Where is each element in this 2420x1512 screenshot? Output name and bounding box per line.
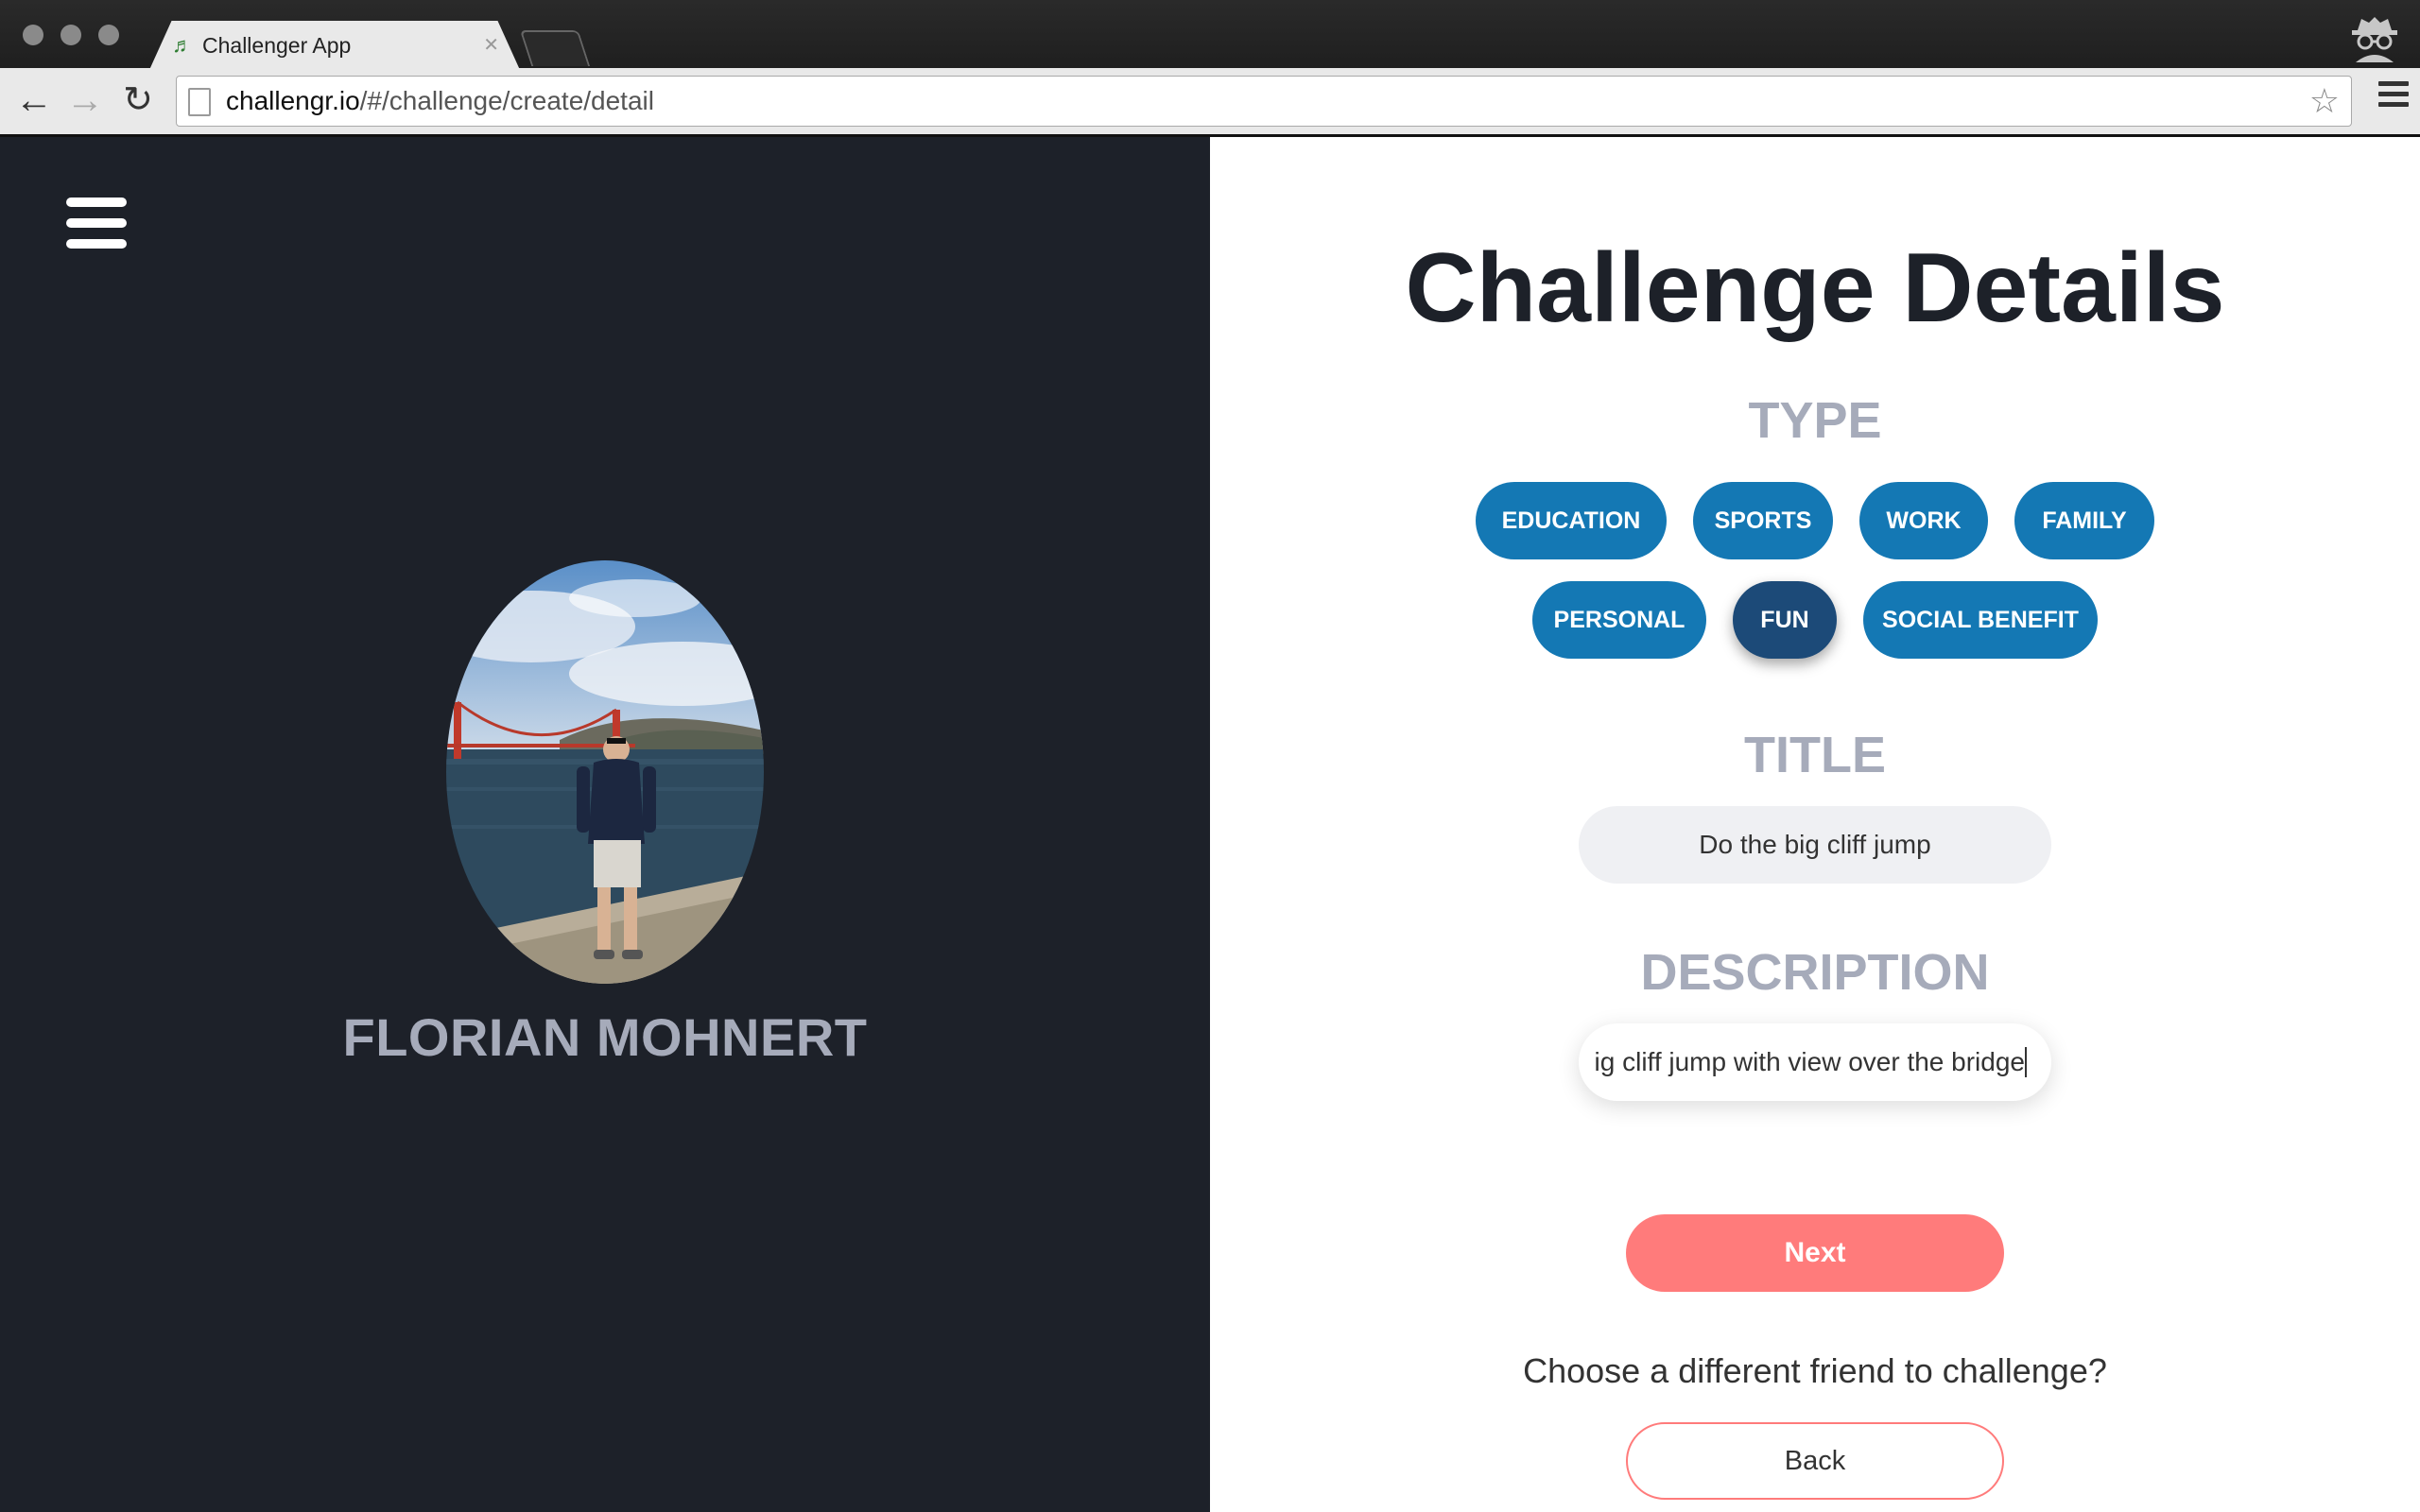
- type-pill-sports[interactable]: SPORTS: [1693, 482, 1833, 559]
- close-window-button[interactable]: [23, 25, 43, 45]
- profile-name: FLORIAN MOHNERT: [342, 1007, 868, 1067]
- description-input-value: ig cliff jump with view over the bridge: [1594, 1047, 2025, 1076]
- browser-tab[interactable]: ♬ Challenger App ✕: [149, 21, 520, 70]
- browser-menu-icon[interactable]: [2378, 81, 2409, 112]
- description-label: DESCRIPTION: [1640, 944, 1990, 1001]
- url-path: /#/challenge/create/detail: [359, 86, 654, 115]
- incognito-icon: [2352, 17, 2397, 62]
- choose-friend-prompt: Choose a different friend to challenge?: [1523, 1351, 2107, 1390]
- challenge-form-panel: Challenge Details TYPE EDUCATION SPORTS …: [1210, 137, 2420, 1512]
- profile-panel: FLORIAN MOHNERT: [0, 137, 1210, 1512]
- back-button[interactable]: Back: [1626, 1422, 2004, 1500]
- next-button[interactable]: Next: [1626, 1214, 2004, 1292]
- page-title: Challenge Details: [1405, 233, 2225, 343]
- title-label: TITLE: [1744, 727, 1886, 783]
- zoom-window-button[interactable]: [98, 25, 119, 45]
- browser-toolbar: ← → ↻ challengr.io/#/challenge/create/de…: [0, 68, 2420, 135]
- title-input[interactable]: Do the big cliff jump: [1579, 806, 2051, 884]
- tab-title: Challenger App: [202, 33, 352, 58]
- title-input-value: Do the big cliff jump: [1699, 830, 1931, 859]
- browser-titlebar: ♬ Challenger App ✕: [0, 0, 2420, 70]
- tab-close-icon[interactable]: ✕: [483, 32, 499, 59]
- type-pill-family[interactable]: FAMILY: [2014, 482, 2154, 559]
- type-pill-personal[interactable]: PERSONAL: [1532, 581, 1706, 659]
- back-arrow-icon[interactable]: ←: [13, 79, 55, 121]
- type-label: TYPE: [1748, 392, 1882, 449]
- page-icon: [188, 88, 211, 116]
- forward-arrow-icon[interactable]: →: [64, 79, 106, 121]
- type-pill-work[interactable]: WORK: [1859, 482, 1988, 559]
- hamburger-menu-icon[interactable]: [66, 198, 127, 249]
- challenger-favicon-icon: ♬: [172, 33, 193, 57]
- text-caret: [2025, 1047, 2027, 1077]
- bookmark-star-icon[interactable]: ☆: [2309, 82, 2340, 120]
- type-pill-education[interactable]: EDUCATION: [1476, 482, 1667, 559]
- url-text: challengr.io/#/challenge/create/detail: [226, 86, 654, 116]
- new-tab-button[interactable]: [519, 30, 591, 66]
- type-row-2: PERSONAL FUN SOCIAL BENEFIT: [1210, 581, 2420, 659]
- address-bar[interactable]: challengr.io/#/challenge/create/detail ☆: [176, 76, 2352, 127]
- profile-photo: [446, 560, 764, 984]
- description-input[interactable]: ig cliff jump with view over the bridge: [1579, 1023, 2051, 1101]
- type-pill-fun[interactable]: FUN: [1733, 581, 1837, 659]
- minimize-window-button[interactable]: [60, 25, 81, 45]
- url-host: challengr.io: [226, 86, 360, 115]
- reload-icon[interactable]: ↻: [117, 79, 159, 121]
- type-pill-social-benefit[interactable]: SOCIAL BENEFIT: [1863, 581, 2098, 659]
- type-row-1: EDUCATION SPORTS WORK FAMILY: [1210, 482, 2420, 559]
- avatar: [446, 560, 764, 984]
